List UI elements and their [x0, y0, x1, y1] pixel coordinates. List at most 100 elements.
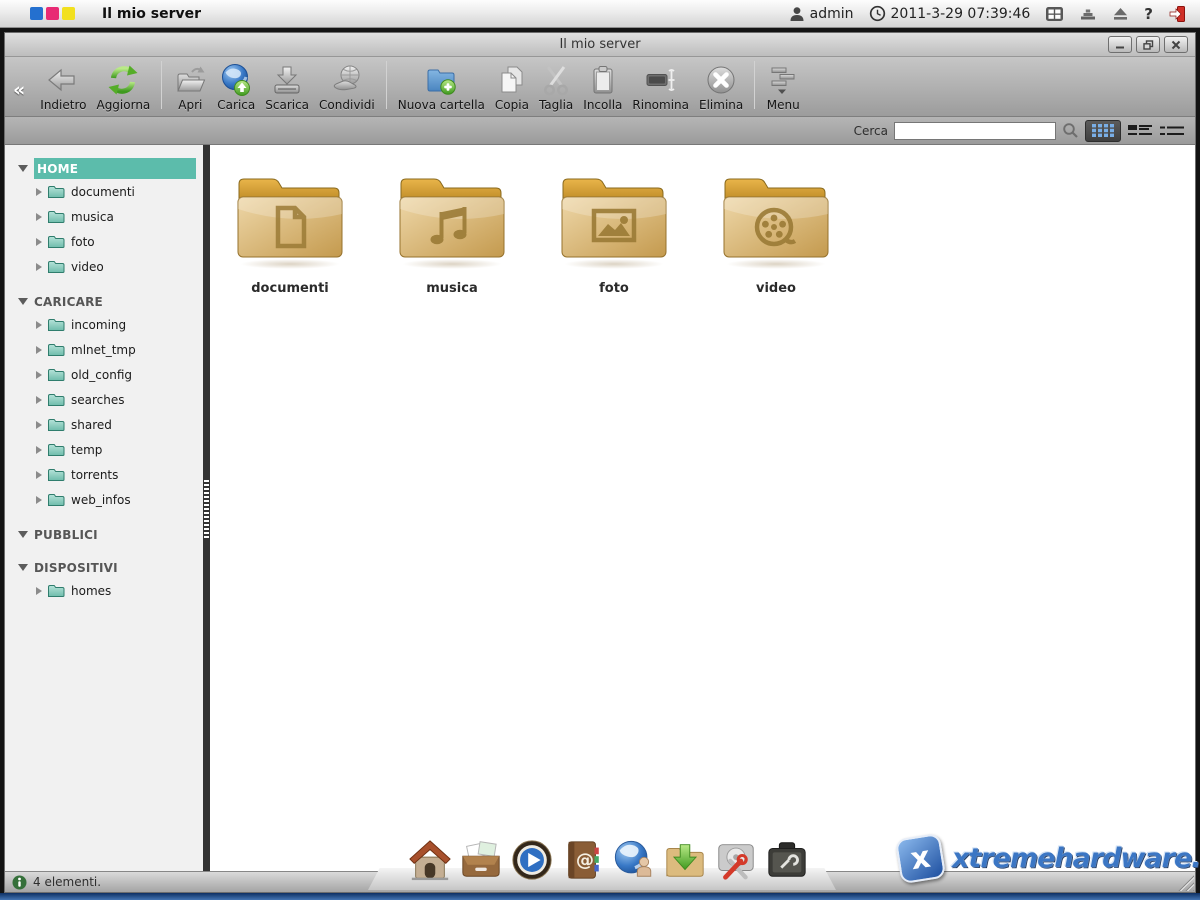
- dock-toolbox-button[interactable]: [765, 838, 809, 882]
- new-folder-button[interactable]: Nuova cartella: [393, 62, 490, 113]
- cut-button[interactable]: Taglia: [534, 62, 578, 113]
- status-text: 4 elementi.: [33, 875, 101, 889]
- folder-tile-foto[interactable]: foto: [558, 171, 670, 296]
- copy-button[interactable]: Copia: [490, 62, 534, 113]
- toolbar-separator: [754, 61, 755, 109]
- new-folder-icon: [424, 63, 458, 97]
- folder-icon: [47, 235, 65, 249]
- toolbar-collapse-button[interactable]: «: [13, 81, 25, 100]
- minimize-button[interactable]: [1108, 36, 1132, 53]
- sidebar-item-old-config[interactable]: old_config: [5, 362, 203, 387]
- paste-button[interactable]: Incolla: [578, 62, 627, 113]
- sidebar-item-homes[interactable]: homes: [5, 578, 203, 603]
- folder-tile-documenti[interactable]: documenti: [234, 171, 346, 296]
- view-grid-button[interactable]: [1085, 120, 1121, 142]
- dock-contacts-button[interactable]: @: [561, 838, 605, 882]
- expand-triangle-icon[interactable]: [36, 321, 42, 329]
- expand-triangle-icon[interactable]: [36, 263, 42, 271]
- restore-icon: [1143, 40, 1154, 50]
- desktop-edge: [0, 893, 1200, 900]
- sidebar-item-dispositivi[interactable]: DISPOSITIVI: [5, 557, 203, 578]
- restore-button[interactable]: [1136, 36, 1160, 53]
- expand-triangle-icon[interactable]: [36, 421, 42, 429]
- sidebar-item-musica[interactable]: musica: [5, 204, 203, 229]
- sidebar-item-web-infos[interactable]: web_infos: [5, 487, 203, 512]
- window-title: Il mio server: [5, 37, 1195, 52]
- dock-downloads-button[interactable]: [663, 838, 707, 882]
- eject-button[interactable]: [1112, 6, 1129, 21]
- desktop: { "topbar": { "title": "Il mio server", …: [0, 0, 1200, 900]
- folder-icon: [47, 393, 65, 407]
- user-menu[interactable]: admin: [789, 6, 854, 22]
- folder-tile-video[interactable]: video: [720, 171, 832, 296]
- expand-triangle-icon[interactable]: [36, 371, 42, 379]
- expand-triangle-icon[interactable]: [36, 238, 42, 246]
- expand-triangle-icon[interactable]: [36, 446, 42, 454]
- collapse-triangle-icon[interactable]: [18, 564, 28, 571]
- help-button[interactable]: ?: [1144, 5, 1153, 23]
- folder-reflection: [240, 259, 340, 269]
- sidebar-item-caricare[interactable]: CARICARE: [5, 291, 203, 312]
- window-titlebar[interactable]: Il mio server: [5, 33, 1195, 57]
- dock-home-button[interactable]: [408, 838, 452, 882]
- sidebar-splitter[interactable]: [203, 145, 210, 871]
- toolbar-separator: [161, 61, 162, 109]
- back-icon: [46, 63, 80, 97]
- sidebar-item-video[interactable]: video: [5, 254, 203, 279]
- dock-network-button[interactable]: [612, 838, 656, 882]
- menu-button[interactable]: Menu: [761, 62, 805, 113]
- sidebar-item-mlnet-tmp[interactable]: mlnet_tmp: [5, 337, 203, 362]
- sidebar-item-foto[interactable]: foto: [5, 229, 203, 254]
- collapse-triangle-icon[interactable]: [18, 298, 28, 305]
- dock-disk-utility-button[interactable]: [714, 838, 758, 882]
- splitter-grip-icon[interactable]: [204, 480, 209, 538]
- expand-triangle-icon[interactable]: [36, 213, 42, 221]
- devices-icon: [1079, 6, 1097, 21]
- share-button[interactable]: Condividi: [314, 62, 380, 113]
- sidebar-item-pubblici[interactable]: PUBBLICI: [5, 524, 203, 545]
- folder-icon: [47, 493, 65, 507]
- download-button[interactable]: Scarica: [260, 62, 314, 113]
- expand-triangle-icon[interactable]: [36, 471, 42, 479]
- rename-button[interactable]: Rinomina: [627, 62, 694, 113]
- expand-triangle-icon[interactable]: [36, 188, 42, 196]
- folder-icon: [47, 185, 65, 199]
- folder-icon: [47, 584, 65, 598]
- folder-label: video: [756, 281, 796, 296]
- close-button[interactable]: [1164, 36, 1188, 53]
- sidebar-item-home[interactable]: HOME: [5, 158, 203, 179]
- logout-button[interactable]: [1168, 5, 1186, 23]
- devices-button[interactable]: [1079, 6, 1097, 21]
- sidebar-item-shared[interactable]: shared: [5, 412, 203, 437]
- delete-icon: [704, 63, 738, 97]
- brand-logo-icon: [30, 7, 75, 20]
- system-topbar: Il mio server admin 2011-3-29 07:39:46 ?: [0, 0, 1200, 28]
- dock-media-player-button[interactable]: [510, 838, 554, 882]
- view-details-button[interactable]: [1159, 124, 1185, 138]
- folder-tile-musica[interactable]: musica: [396, 171, 508, 296]
- view-list-button[interactable]: [1127, 123, 1153, 139]
- delete-button[interactable]: Elimina: [694, 62, 748, 113]
- collapse-triangle-icon[interactable]: [18, 531, 28, 538]
- refresh-button[interactable]: Aggiorna: [91, 62, 155, 113]
- search-icon[interactable]: [1062, 122, 1079, 139]
- back-button[interactable]: Indietro: [35, 62, 91, 113]
- sidebar-item-temp[interactable]: temp: [5, 437, 203, 462]
- open-button[interactable]: Apri: [168, 62, 212, 113]
- dock-photos-button[interactable]: [459, 838, 503, 882]
- expand-triangle-icon[interactable]: [36, 396, 42, 404]
- expand-triangle-icon[interactable]: [36, 587, 42, 595]
- expand-triangle-icon[interactable]: [36, 346, 42, 354]
- folder-documents-icon: [234, 171, 346, 263]
- sidebar-item-documenti[interactable]: documenti: [5, 179, 203, 204]
- sidebar-item-torrents[interactable]: torrents: [5, 462, 203, 487]
- upload-button[interactable]: Carica: [212, 62, 260, 113]
- sidebar-section-home: HOME documenti musica foto: [5, 158, 203, 279]
- collapse-triangle-icon[interactable]: [18, 165, 28, 172]
- search-input[interactable]: [894, 122, 1056, 140]
- sidebar-item-searches[interactable]: searches: [5, 387, 203, 412]
- expand-triangle-icon[interactable]: [36, 496, 42, 504]
- sidebar-item-incoming[interactable]: incoming: [5, 312, 203, 337]
- apps-button[interactable]: [1045, 6, 1064, 22]
- list-view-icon: [1127, 123, 1153, 139]
